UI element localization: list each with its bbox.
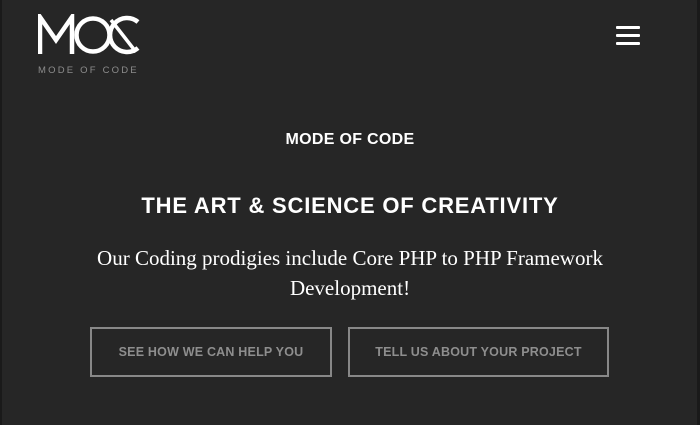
page: MODE OF CODE MODE OF CODE THE ART & SCIE… <box>0 0 700 425</box>
moc-logo-mark <box>38 14 140 55</box>
tell-us-about-project-button[interactable]: TELL US ABOUT YOUR PROJECT <box>348 327 609 377</box>
site-logo[interactable]: MODE OF CODE <box>38 14 142 78</box>
hero-subline: Our Coding prodigies include Core PHP to… <box>97 246 603 300</box>
hero-headline: THE ART & SCIENCE OF CREATIVITY <box>141 193 559 218</box>
see-how-we-can-help-button[interactable]: SEE HOW WE CAN HELP YOU <box>90 327 332 377</box>
logo-wordmark: MODE OF CODE <box>38 65 139 76</box>
hamburger-menu-icon[interactable] <box>612 22 644 50</box>
hero-eyebrow: MODE OF CODE <box>285 131 415 148</box>
